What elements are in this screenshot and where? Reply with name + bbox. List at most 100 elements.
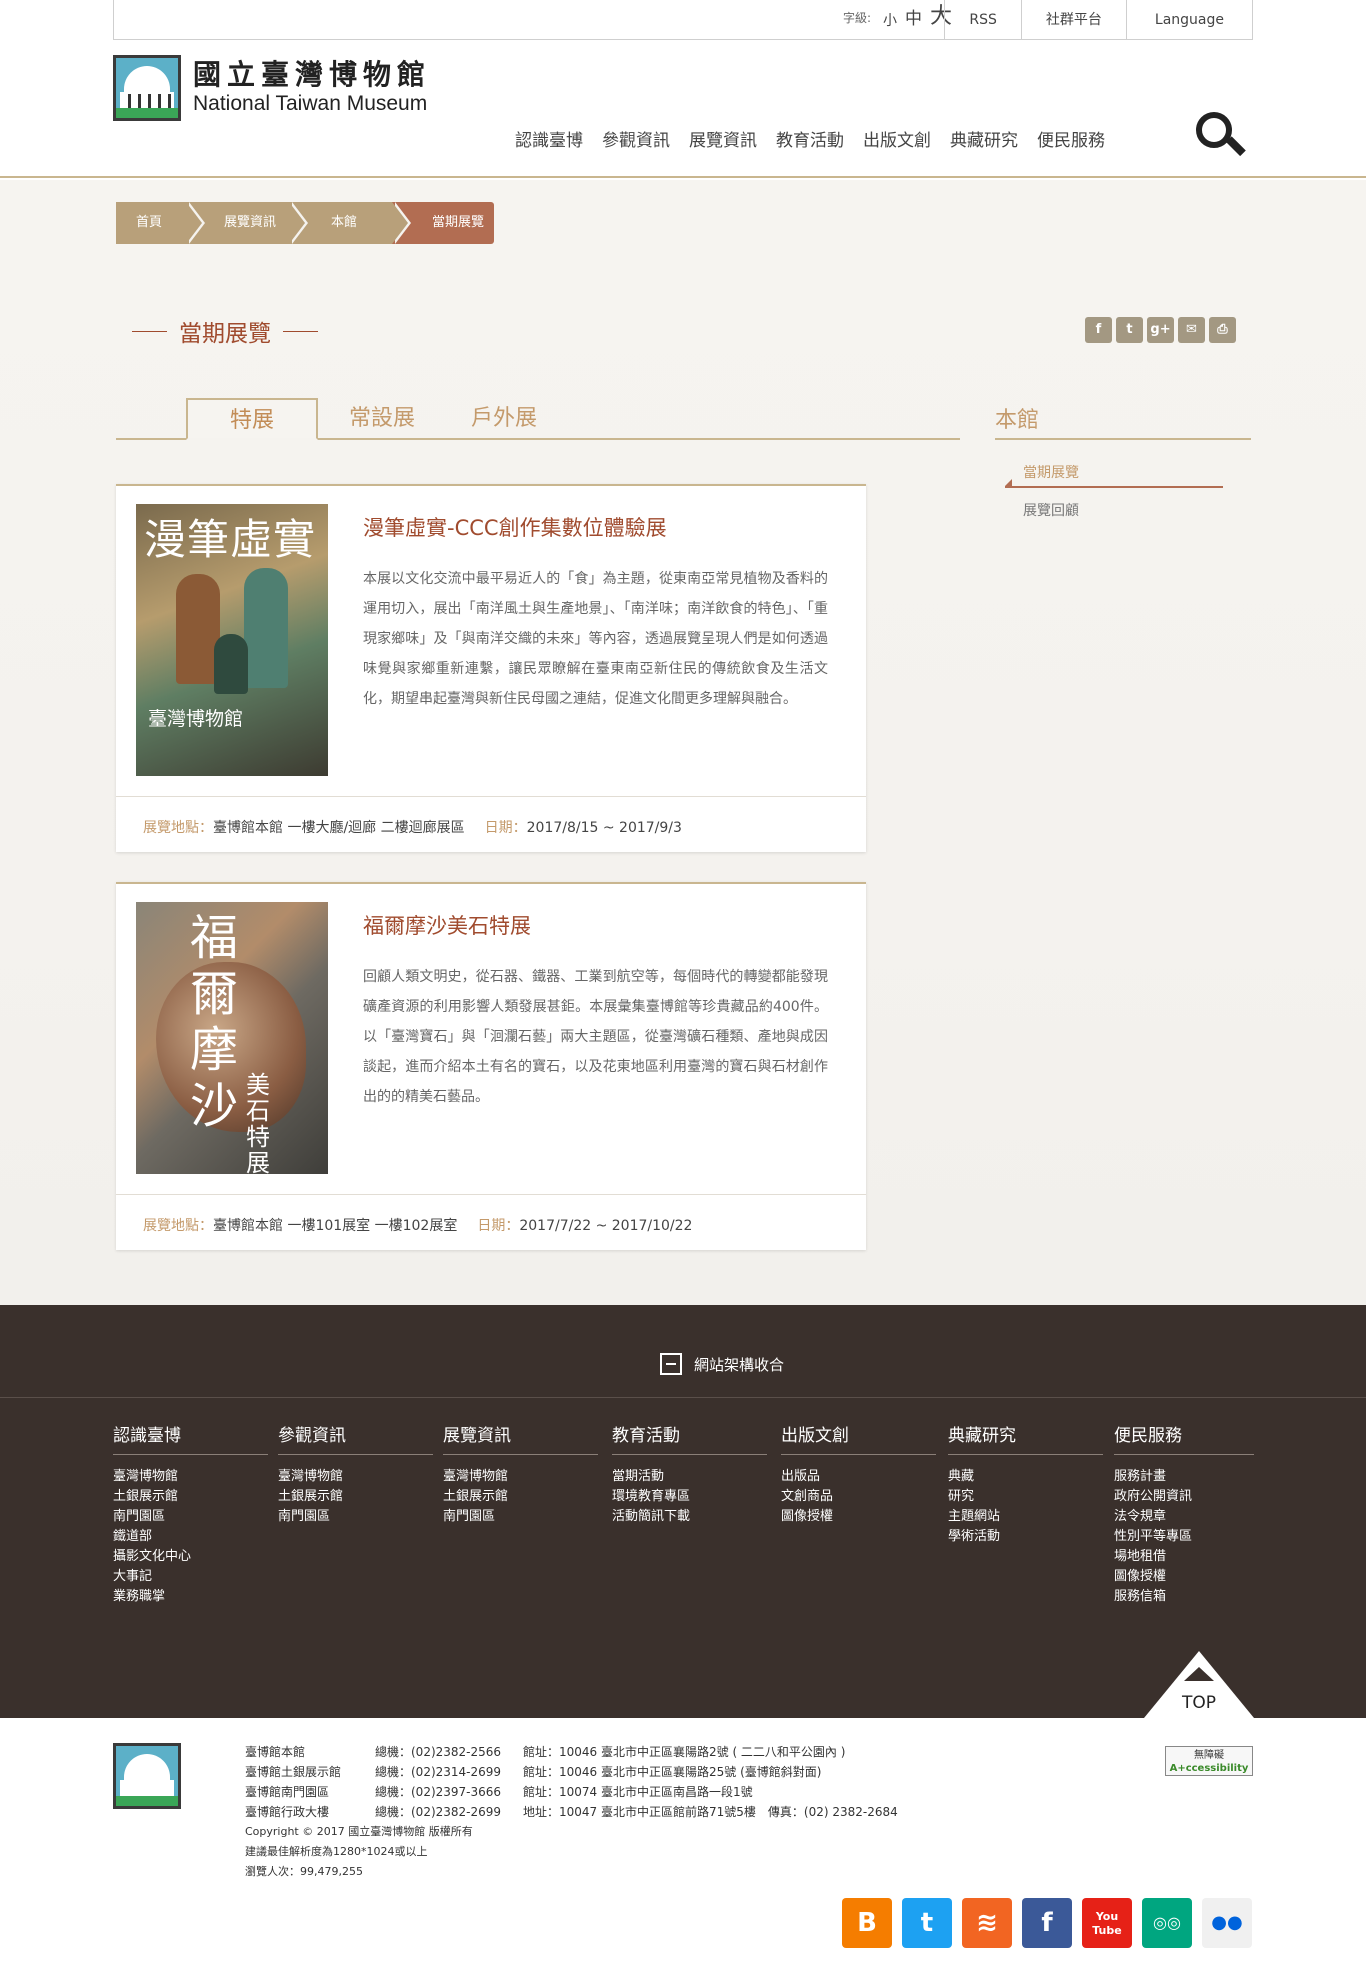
tripadvisor-icon[interactable]: ◎◎	[1142, 1898, 1192, 1948]
twitter-share-icon[interactable]: t	[1116, 317, 1143, 343]
exhibition-card[interactable]: 漫筆虛實 臺灣博物館 漫筆虛實-CCC創作集數位體驗展 本展以文化交流中最平易近…	[116, 484, 866, 852]
main-nav: 認識臺博 參觀資訊 展覽資訊 教育活動 出版文創 典藏研究 便民服務	[515, 126, 1124, 151]
footer-link[interactable]: 研究	[948, 1487, 1103, 1507]
footer-link[interactable]: 出版品	[781, 1467, 936, 1487]
date-label: 日期：	[484, 820, 527, 836]
tab-permanent[interactable]: 常設展	[349, 398, 415, 440]
poster-title: 福爾摩沙	[190, 910, 239, 1134]
font-small-button[interactable]: 小	[883, 14, 897, 28]
nav-collections[interactable]: 典藏研究	[950, 126, 1018, 151]
exhibition-card[interactable]: 福爾摩沙 美石特展 福爾摩沙美石特展 回顧人類文明史，從石器、鐵器、工業到航空等…	[116, 882, 866, 1250]
utility-bar: 字級: 小 中 大 RSS 社群平台 Language	[113, 0, 1253, 40]
footer-link[interactable]: 活動簡訊下載	[612, 1507, 767, 1527]
footer-link[interactable]: 臺灣博物館	[443, 1467, 598, 1487]
footer-link[interactable]: 臺灣博物館	[113, 1467, 268, 1487]
exhibition-poster[interactable]: 漫筆虛實 臺灣博物館	[136, 504, 328, 776]
exhibition-poster[interactable]: 福爾摩沙 美石特展	[136, 902, 328, 1174]
footer-column-title[interactable]: 出版文創	[781, 1421, 936, 1455]
page-title-text: 當期展覽	[179, 321, 271, 347]
footer-link[interactable]: 土銀展示館	[113, 1487, 268, 1507]
email-share-icon[interactable]: ✉	[1178, 317, 1205, 343]
poster-subtitle: 美石特展	[246, 1071, 270, 1174]
footer-link[interactable]: 大事記	[113, 1567, 268, 1587]
sitemap-collapse-label: 網站架構收合	[694, 1355, 785, 1374]
language-link[interactable]: Language	[1125, 0, 1252, 39]
date-value: 2017/8/15 ~ 2017/9/3	[526, 820, 682, 836]
footer-link[interactable]: 環境教育專區	[612, 1487, 767, 1507]
poster-title: 漫筆虛實	[144, 515, 317, 564]
twitter-icon[interactable]: t	[902, 1898, 952, 1948]
footer-link[interactable]: 業務職掌	[113, 1587, 268, 1607]
sidebar-item-past[interactable]: 展覽回顧	[1023, 500, 1079, 520]
sidebar-item-current[interactable]: 當期展覽	[1005, 462, 1223, 488]
nav-publications[interactable]: 出版文創	[863, 126, 931, 151]
footer-link[interactable]: 南門園區	[113, 1507, 268, 1527]
footer-link[interactable]: 服務信箱	[1114, 1587, 1254, 1607]
collapse-icon	[660, 1353, 682, 1375]
footer-column-title[interactable]: 便民服務	[1114, 1421, 1254, 1455]
facebook-share-icon[interactable]: f	[1085, 317, 1112, 343]
footer-link[interactable]: 土銀展示館	[443, 1487, 598, 1507]
googleplus-share-icon[interactable]: g+	[1147, 317, 1174, 343]
nav-exhibitions[interactable]: 展覽資訊	[689, 126, 757, 151]
sitemap-collapse-button[interactable]: 網站架構收合	[660, 1353, 784, 1375]
social-platform-link[interactable]: 社群平台	[1020, 0, 1126, 39]
font-medium-button[interactable]: 中	[905, 11, 922, 28]
exhibition-title[interactable]: 漫筆虛實-CCC創作集數位體驗展	[363, 512, 667, 542]
footer-link[interactable]: 圖像授權	[1114, 1567, 1254, 1587]
footer-link[interactable]: 土銀展示館	[278, 1487, 433, 1507]
footer-column: 認識臺博 臺灣博物館 土銀展示館 南門園區 鐵道部 攝影文化中心 大事記 業務職…	[113, 1421, 268, 1607]
footer-link[interactable]: 文創商品	[781, 1487, 936, 1507]
footer-link[interactable]: 臺灣博物館	[278, 1467, 433, 1487]
footer-link[interactable]: 法令規章	[1114, 1507, 1254, 1527]
location-value: 臺博館本館 一樓101展室 一樓102展室	[213, 1218, 458, 1234]
footer-column-title[interactable]: 展覽資訊	[443, 1421, 598, 1455]
footer-link[interactable]: 性別平等專區	[1114, 1527, 1254, 1547]
rss-icon[interactable]: ≋	[962, 1898, 1012, 1948]
accessibility-badge[interactable]: 無障礙 A+ccessibility	[1165, 1746, 1253, 1776]
footer-link[interactable]: 典藏	[948, 1467, 1103, 1487]
exhibition-title[interactable]: 福爾摩沙美石特展	[363, 910, 531, 940]
footer-column: 展覽資訊 臺灣博物館 土銀展示館 南門園區	[443, 1421, 598, 1527]
footer-column: 參觀資訊 臺灣博物館 土銀展示館 南門園區	[278, 1421, 433, 1527]
address-row: 臺博館土銀展示館 總機：(02)2314-2699 館址：10046 臺北市中正…	[245, 1765, 822, 1779]
footer-link[interactable]: 鐵道部	[113, 1527, 268, 1547]
footer-link[interactable]: 南門園區	[278, 1507, 433, 1527]
footer-column-title[interactable]: 參觀資訊	[278, 1421, 433, 1455]
breadcrumb-home[interactable]: 首頁	[116, 202, 205, 244]
exhibition-description: 本展以文化交流中最平易近人的「食」為主題，從東南亞常見植物及香料的運用切入，展出…	[363, 571, 828, 707]
nav-visit[interactable]: 參觀資訊	[602, 126, 670, 151]
nav-about[interactable]: 認識臺博	[515, 126, 583, 151]
footer-link[interactable]: 服務計畫	[1114, 1467, 1254, 1487]
address-row: 臺博館南門園區 總機：(02)2397-3666 館址：10074 臺北市中正區…	[245, 1785, 753, 1799]
facebook-icon[interactable]: f	[1022, 1898, 1072, 1948]
footer-column-title[interactable]: 典藏研究	[948, 1421, 1103, 1455]
logo-chinese-name: 國立臺灣博物館	[193, 58, 432, 91]
footer-link[interactable]: 圖像授權	[781, 1507, 936, 1527]
breadcrumb: 首頁 展覽資訊 本館 當期展覽	[116, 202, 494, 244]
museum-logo-icon	[113, 55, 181, 121]
tab-outdoor[interactable]: 戶外展	[471, 398, 537, 440]
font-size-control: 字級: 小 中 大	[843, 6, 952, 29]
search-icon[interactable]	[1196, 112, 1246, 160]
footer-link[interactable]: 學術活動	[948, 1527, 1103, 1547]
site-logo[interactable]: 國立臺灣博物館 National Taiwan Museum	[113, 55, 431, 121]
blogger-icon[interactable]: B	[842, 1898, 892, 1948]
tab-special[interactable]: 特展	[186, 398, 318, 440]
footer-link[interactable]: 主題網站	[948, 1507, 1103, 1527]
nav-services[interactable]: 便民服務	[1037, 126, 1105, 151]
footer-link[interactable]: 場地租借	[1114, 1547, 1254, 1567]
rss-link[interactable]: RSS	[944, 0, 1021, 39]
youtube-icon[interactable]: You Tube	[1082, 1898, 1132, 1948]
flickr-icon[interactable]: ●●	[1202, 1898, 1252, 1948]
footer-column-title[interactable]: 教育活動	[612, 1421, 767, 1455]
back-to-top-button[interactable]: TOP	[1144, 1651, 1254, 1718]
footer-link[interactable]: 政府公開資訊	[1114, 1487, 1254, 1507]
footer-link[interactable]: 南門園區	[443, 1507, 598, 1527]
footer-link[interactable]: 當期活動	[612, 1467, 767, 1487]
footer-column-title[interactable]: 認識臺博	[113, 1421, 268, 1455]
print-icon[interactable]: ⎙	[1209, 317, 1236, 343]
footer-link[interactable]: 攝影文化中心	[113, 1547, 268, 1567]
social-links: B t ≋ f You Tube ◎◎ ●●	[842, 1898, 1252, 1948]
nav-education[interactable]: 教育活動	[776, 126, 844, 151]
